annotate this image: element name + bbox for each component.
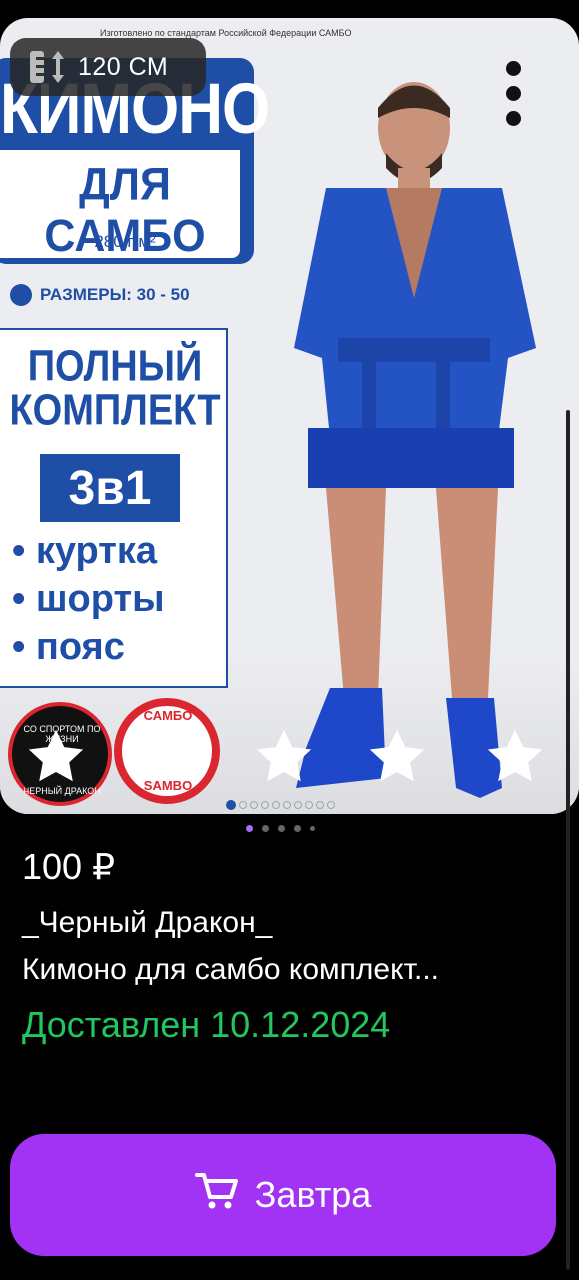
kit-line-2: КОМПЛЕКТ	[9, 386, 221, 436]
model-figure	[294, 82, 536, 798]
sizes-row: РАЗМЕРЫ: 30 - 50	[10, 284, 190, 306]
product-image-card[interactable]: Изготовлено по стандартам Российской Фед…	[0, 18, 579, 814]
pager-dot[interactable]	[310, 826, 315, 831]
sizes-text: РАЗМЕРЫ: 30 - 50	[40, 285, 190, 304]
gallery-dot[interactable]	[261, 801, 269, 809]
star-icon	[487, 729, 543, 782]
kit-line-1: ПОЛНЫЙ	[27, 342, 203, 392]
gallery-dot[interactable]	[226, 800, 236, 810]
product-price: 100 ₽	[22, 846, 115, 887]
gallery-dot[interactable]	[272, 801, 280, 809]
fabric-weight: 280 г/м²	[94, 232, 156, 251]
kit-badge: 3в1	[40, 454, 180, 522]
gallery-dot[interactable]	[327, 801, 335, 809]
gallery-dot[interactable]	[294, 801, 302, 809]
gallery-dot[interactable]	[283, 801, 291, 809]
buy-tomorrow-button[interactable]: Завтра	[10, 1134, 556, 1256]
pager-dot[interactable]	[294, 825, 301, 832]
cart-icon	[194, 1171, 239, 1220]
gallery-dot[interactable]	[305, 801, 313, 809]
sizes-icon	[10, 284, 32, 306]
star-icon	[369, 729, 425, 782]
height-badge: 120 СМ	[10, 38, 206, 96]
height-badge-text: 120 СМ	[78, 52, 169, 81]
delivery-status: Доставлен 10.12.2024	[22, 1004, 391, 1045]
height-ruler-icon	[28, 49, 68, 85]
buy-button-label: Завтра	[254, 1174, 372, 1215]
carousel-pager	[246, 825, 315, 832]
kit-item-jacket: • куртка	[12, 530, 157, 572]
more-menu-button[interactable]	[490, 48, 536, 138]
image-gallery-dots	[226, 800, 335, 810]
gallery-dot[interactable]	[250, 801, 258, 809]
gallery-dot[interactable]	[239, 801, 247, 809]
star-icon	[256, 729, 312, 782]
star-icon	[28, 729, 84, 782]
kit-item-shorts: • шорты	[12, 578, 165, 620]
rating-stars	[0, 718, 579, 798]
pager-dot[interactable]	[262, 825, 269, 832]
scrollbar[interactable]	[566, 410, 570, 1270]
pager-dot[interactable]	[246, 825, 253, 832]
product-name[interactable]: Кимоно для самбо комплект...	[22, 953, 542, 987]
more-dots-icon	[505, 60, 521, 76]
seller-name[interactable]: _Черный Дракон_	[22, 906, 272, 940]
star-icon	[143, 729, 199, 782]
kit-item-belt: • пояс	[12, 626, 125, 668]
image-caption: Изготовлено по стандартам Российской Фед…	[100, 28, 352, 38]
gallery-dot[interactable]	[316, 801, 324, 809]
pager-dot[interactable]	[278, 825, 285, 832]
